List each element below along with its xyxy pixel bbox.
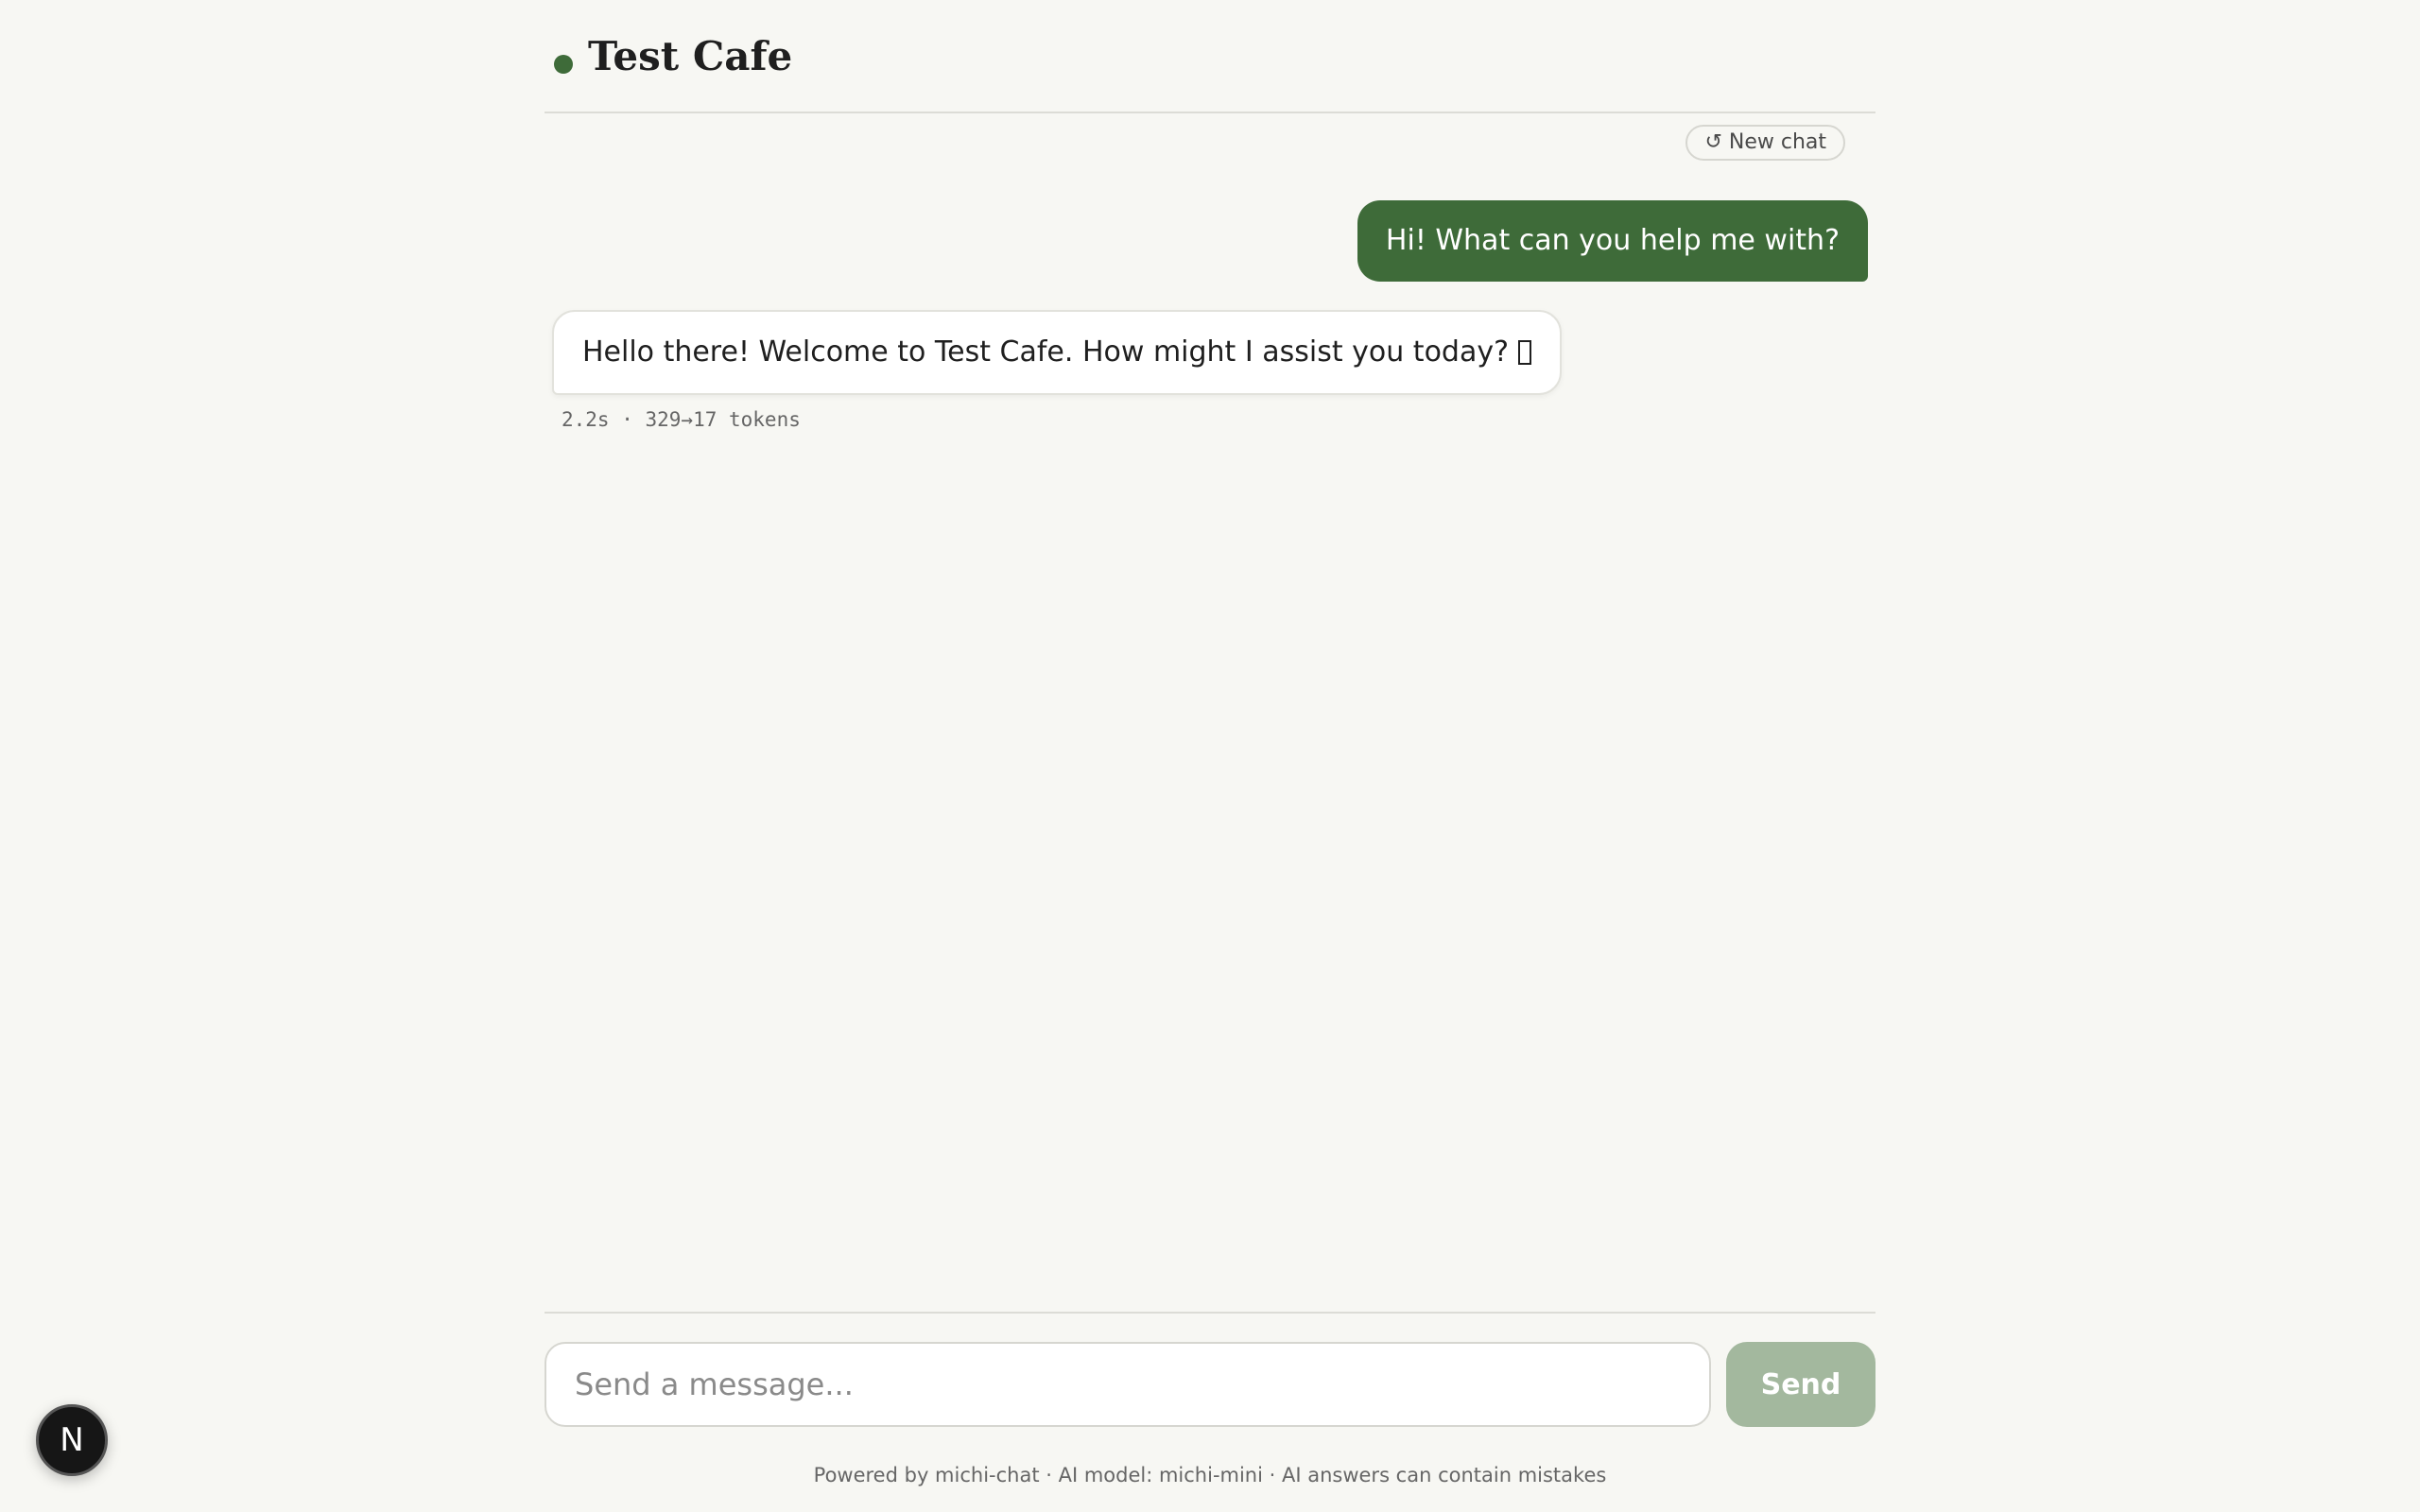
- user-message-text: Hi! What can you help me with?: [1385, 224, 1840, 257]
- message-meta: 2.2s · 329→17 tokens: [562, 408, 801, 431]
- chat-page: Test Cafe ↺ New chat Hi! What can you he…: [0, 0, 2420, 1512]
- nextjs-icon[interactable]: N: [36, 1404, 108, 1476]
- send-button[interactable]: Send: [1726, 1342, 1876, 1427]
- composer-divider: [544, 1312, 1876, 1314]
- missing-glyph-icon: [1518, 340, 1532, 365]
- chat-header: Test Cafe: [544, 0, 1876, 113]
- chat-column: Test Cafe ↺ New chat Hi! What can you he…: [544, 0, 1876, 1512]
- user-message: Hi! What can you help me with?: [1357, 200, 1868, 282]
- page-title: Test Cafe: [588, 33, 793, 79]
- new-chat-button[interactable]: ↺ New chat: [1685, 125, 1845, 161]
- assistant-message: Hello there! Welcome to Test Cafe. How m…: [552, 310, 1563, 395]
- footer-disclaimer: Powered by michi-chat · AI model: michi-…: [813, 1464, 1607, 1486]
- assistant-message-text: Hello there! Welcome to Test Cafe. How m…: [582, 335, 1510, 369]
- status-dot-icon: [554, 55, 573, 74]
- message-input[interactable]: [544, 1342, 1711, 1427]
